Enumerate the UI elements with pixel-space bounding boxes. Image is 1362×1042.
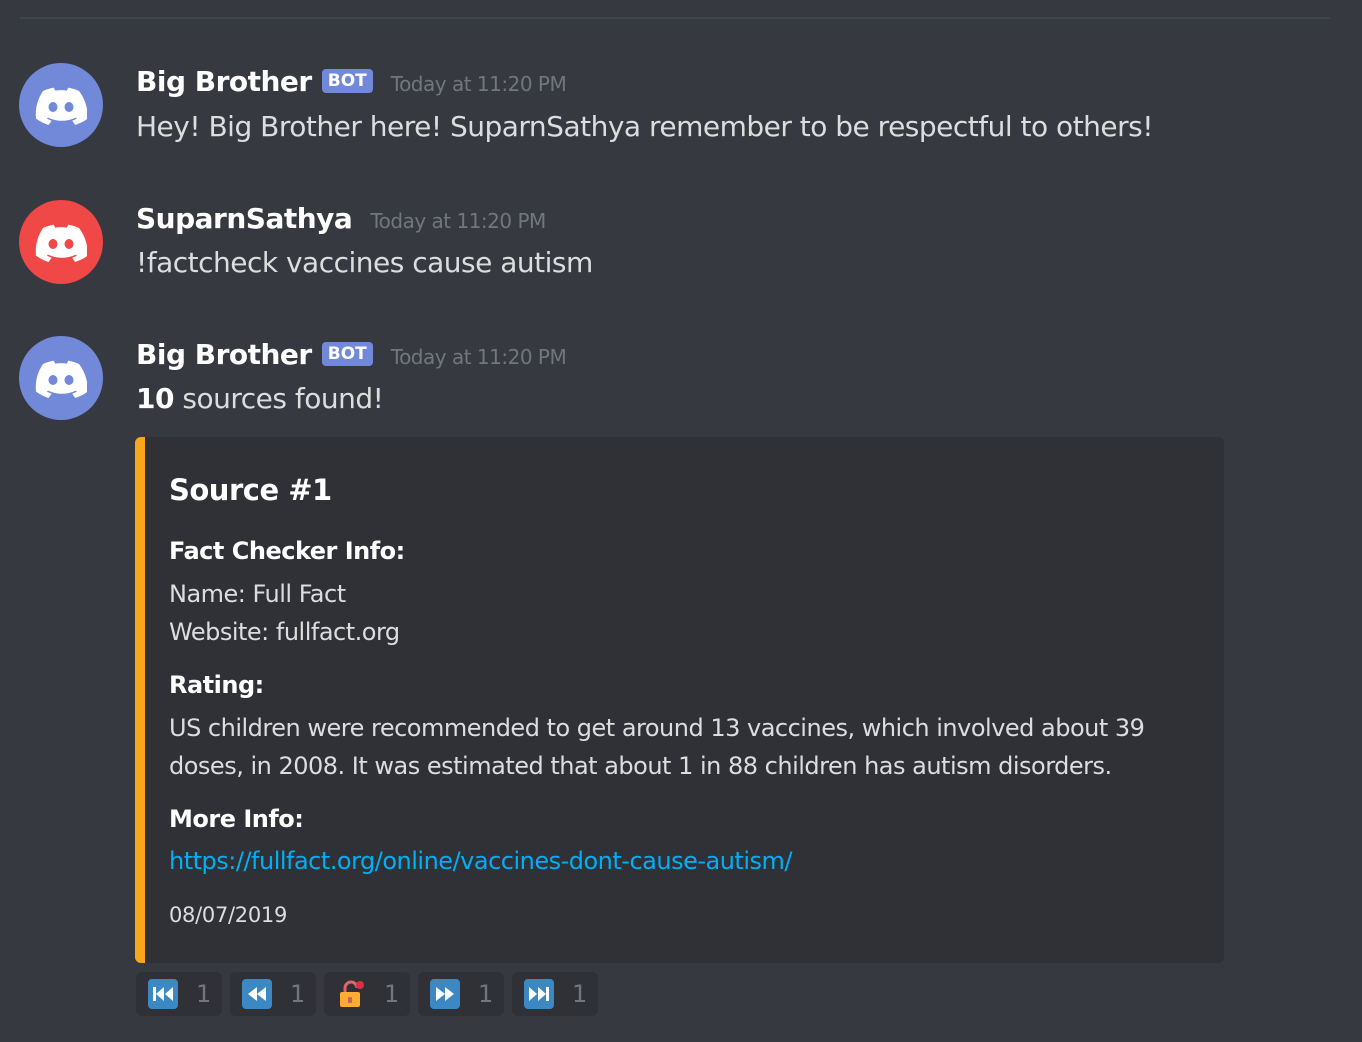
reaction-lock[interactable]: 1 [324, 972, 410, 1016]
fact-checker-website: Website: fullfact.org [169, 618, 400, 646]
fact-check-embed: Source #1 Fact Checker Info: Name: Full … [135, 437, 1224, 963]
discord-logo-icon [35, 224, 87, 262]
fact-checker-label: Fact Checker Info: [169, 537, 405, 565]
reaction-count: 1 [478, 980, 494, 1008]
avatar[interactable] [19, 336, 103, 420]
username[interactable]: SuparnSathya [136, 202, 353, 235]
fact-checker-name: Name: Full Fact [169, 580, 346, 608]
top-divider [20, 17, 1330, 19]
reaction-previous-page[interactable]: 1 [230, 972, 316, 1016]
previous-page-icon [242, 979, 272, 1009]
rating-label: Rating: [169, 671, 264, 699]
message-text-rest: sources found! [173, 382, 384, 415]
message-text: !factcheck vaccines cause autism [136, 246, 593, 279]
rating-line-2: doses, in 2008. It was estimated that ab… [169, 752, 1112, 780]
username[interactable]: Big Brother [136, 338, 312, 371]
timestamp: Today at 11:20 PM [370, 209, 546, 233]
last-page-icon [524, 979, 554, 1009]
timestamp: Today at 11:20 PM [390, 345, 567, 369]
lock-icon [336, 979, 366, 1009]
message-text: 10 sources found! [136, 382, 384, 415]
embed-footer-date: 08/07/2019 [169, 903, 288, 927]
first-page-icon [148, 979, 178, 1009]
embed-title: Source #1 [169, 473, 332, 507]
source-count: 10 [136, 382, 174, 415]
avatar[interactable] [19, 200, 103, 284]
reaction-count: 1 [384, 980, 400, 1008]
reaction-bar: 1 1 1 1 1 [136, 972, 598, 1016]
more-info-link[interactable]: https://fullfact.org/online/vaccines-don… [169, 847, 792, 875]
username[interactable]: Big Brother [136, 65, 312, 98]
reaction-count: 1 [572, 980, 588, 1008]
discord-logo-icon [35, 87, 87, 125]
next-page-icon [430, 979, 460, 1009]
message-text: Hey! Big Brother here! SuparnSathya reme… [136, 110, 1153, 143]
reaction-count: 1 [290, 980, 306, 1008]
reaction-last-page[interactable]: 1 [512, 972, 598, 1016]
timestamp: Today at 11:20 PM [390, 72, 567, 96]
bot-tag: BOT [321, 342, 373, 366]
reaction-first-page[interactable]: 1 [136, 972, 222, 1016]
reaction-count: 1 [196, 980, 212, 1008]
rating-line-1: US children were recommended to get arou… [169, 714, 1145, 742]
discord-logo-icon [35, 360, 87, 398]
avatar[interactable] [19, 63, 103, 147]
reaction-next-page[interactable]: 1 [418, 972, 504, 1016]
more-info-label: More Info: [169, 805, 304, 833]
bot-tag: BOT [321, 69, 373, 93]
